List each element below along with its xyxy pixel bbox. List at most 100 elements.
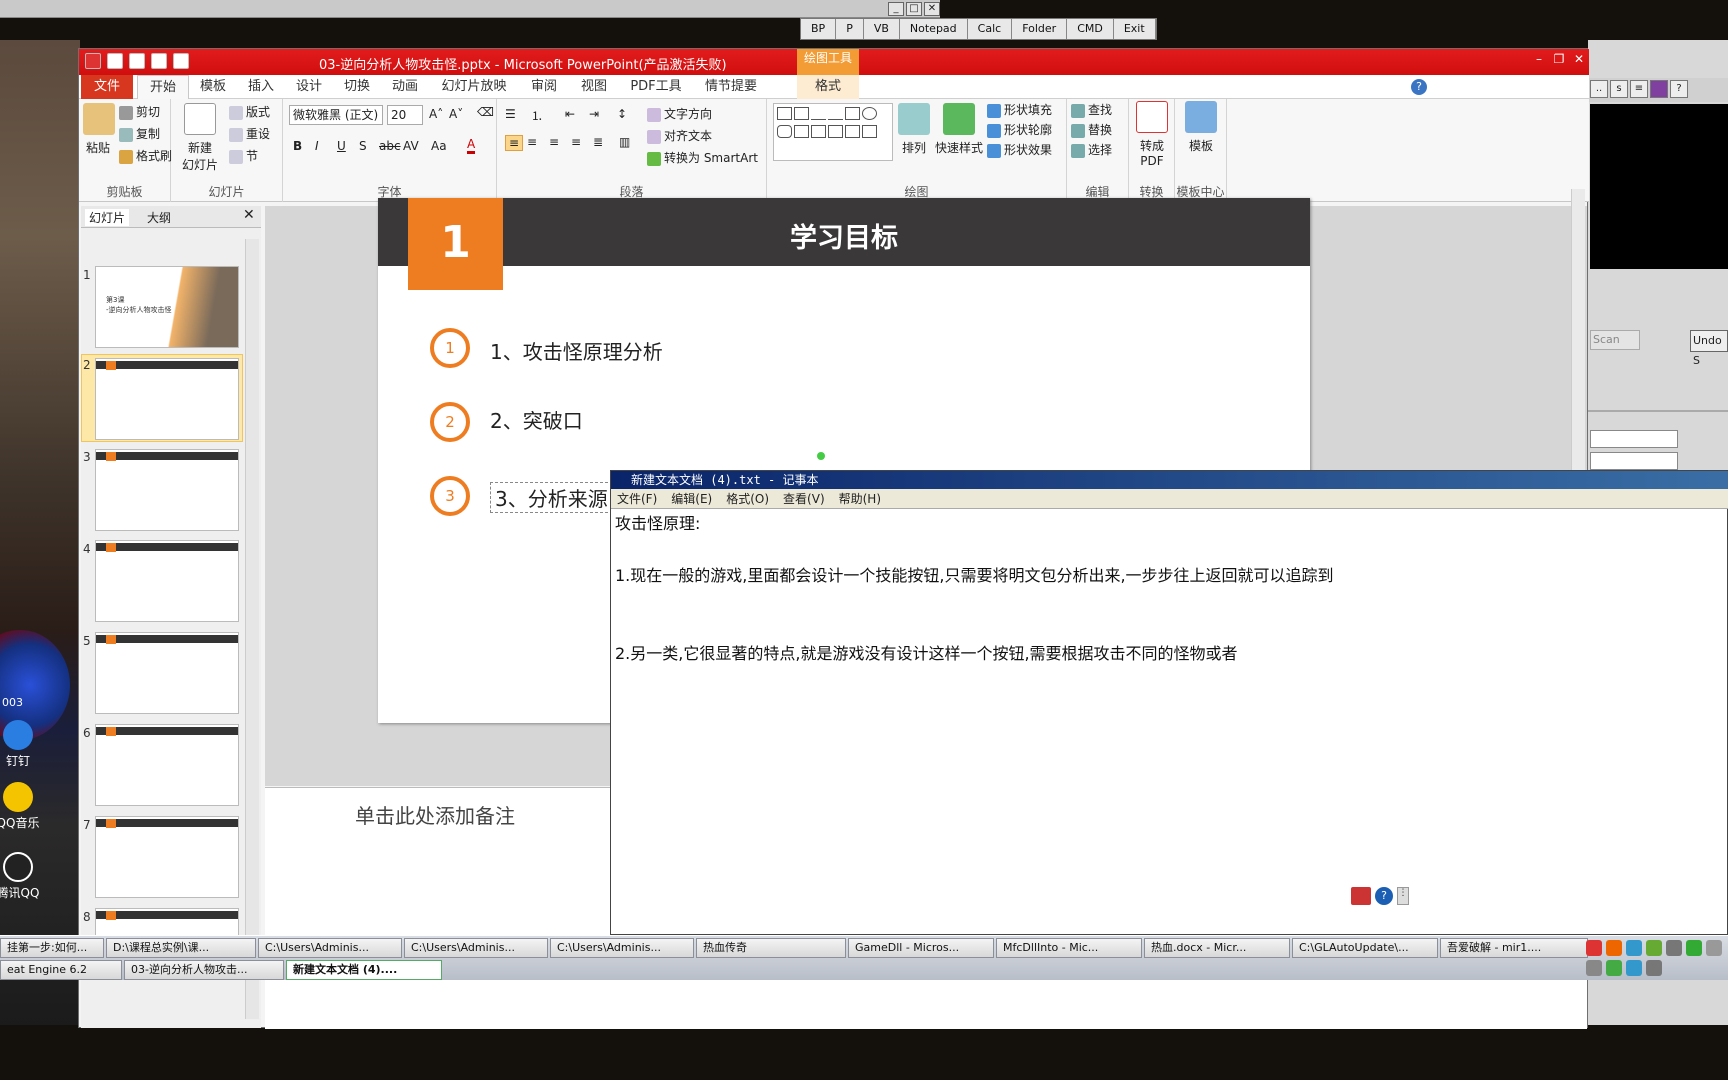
- shape-effect-button[interactable]: 形状效果: [987, 141, 1052, 158]
- copy-button[interactable]: 复制: [119, 125, 160, 142]
- task-item[interactable]: MfcDllInto - Mic...: [996, 938, 1142, 958]
- char-spacing-icon[interactable]: AV: [403, 139, 419, 153]
- bold-icon[interactable]: B: [293, 139, 302, 153]
- tab-file[interactable]: 文件: [81, 75, 133, 99]
- tray-icon[interactable]: [1686, 940, 1702, 956]
- numbering-icon[interactable]: ⒈: [531, 107, 543, 124]
- launcher-folder-button[interactable]: Folder: [1012, 19, 1068, 39]
- shrink-font-icon[interactable]: A˅: [449, 107, 463, 121]
- tab-format[interactable]: 格式: [797, 75, 859, 99]
- layout-button[interactable]: 版式: [229, 103, 270, 120]
- desktop-icon-dingding[interactable]: 钉钉: [0, 720, 58, 769]
- slide-thumb-4[interactable]: [95, 540, 239, 622]
- slide-thumb-6[interactable]: [95, 724, 239, 806]
- distributed-icon[interactable]: ≣: [593, 135, 603, 149]
- tab-template[interactable]: 模板: [189, 75, 237, 99]
- shape-rounded-rect[interactable]: [777, 125, 792, 138]
- shadow-icon[interactable]: S: [359, 139, 367, 153]
- maximize-icon[interactable]: □: [906, 2, 922, 16]
- tab-slideshow[interactable]: 幻灯片放映: [429, 75, 519, 99]
- text-direction-button[interactable]: 文字方向: [647, 105, 712, 122]
- tab-storyboard[interactable]: 情节提要: [693, 75, 769, 99]
- shape-elbow[interactable]: [811, 125, 826, 138]
- slide-thumb-1[interactable]: 第3课 -逆向分析人物攻击怪: [95, 266, 239, 348]
- close-pane-icon[interactable]: ✕: [243, 207, 255, 223]
- font-name-select[interactable]: 微软雅黑 (正文): [289, 105, 383, 125]
- shape-arrow[interactable]: [828, 107, 843, 120]
- task-item[interactable]: 吾爱破解 - mir1....: [1440, 938, 1588, 958]
- ime-expand-icon[interactable]: ⋮: [1397, 887, 1409, 905]
- launcher-vb-button[interactable]: VB: [863, 19, 900, 39]
- convert-pdf-button[interactable]: 转成 PDF: [1133, 101, 1171, 168]
- shape-right-arrow[interactable]: [845, 125, 860, 138]
- tray-icon[interactable]: [1706, 940, 1722, 956]
- tab-slides[interactable]: 幻灯片: [85, 209, 130, 226]
- ce-purple-icon[interactable]: [1650, 80, 1668, 98]
- justify-icon[interactable]: ≡: [571, 135, 581, 149]
- objective-item-3[interactable]: 3、分析来源: [490, 482, 613, 513]
- slide-title[interactable]: 学习目标: [738, 216, 950, 255]
- menu-edit[interactable]: 编辑(E): [671, 489, 712, 508]
- objective-item-2[interactable]: 2、突破口: [490, 405, 583, 434]
- template-button[interactable]: 模板: [1181, 101, 1221, 154]
- align-text-button[interactable]: 对齐文本: [647, 127, 712, 144]
- section-button[interactable]: 节: [229, 147, 258, 164]
- close-icon[interactable]: ✕: [1571, 53, 1587, 67]
- minimize-icon[interactable]: –: [1531, 53, 1547, 67]
- task-item[interactable]: GameDll - Micros...: [848, 938, 994, 958]
- launcher-exit-button[interactable]: Exit: [1113, 19, 1156, 39]
- menu-help[interactable]: 帮助(H): [839, 489, 881, 508]
- slide-thumb-7[interactable]: [95, 816, 239, 898]
- task-item[interactable]: C:\GLAutoUpdate\...: [1292, 938, 1438, 958]
- task-item[interactable]: C:\Users\Adminis...: [258, 938, 402, 958]
- tray-icon[interactable]: [1646, 940, 1662, 956]
- restore-icon[interactable]: ❐: [1551, 53, 1567, 67]
- menu-view[interactable]: 查看(V): [783, 489, 825, 508]
- redo-icon[interactable]: [151, 53, 167, 69]
- tray-icon[interactable]: [1626, 940, 1642, 956]
- ce-button[interactable]: ..: [1590, 80, 1608, 98]
- shape-oval[interactable]: [862, 107, 877, 120]
- menu-format[interactable]: 格式(O): [726, 489, 769, 508]
- reset-button[interactable]: 重设: [229, 125, 270, 142]
- change-case-icon[interactable]: Aa: [431, 139, 447, 153]
- desktop-icon-qqmusic[interactable]: QQ音乐: [0, 782, 58, 831]
- line-spacing-icon[interactable]: ↕: [617, 107, 627, 121]
- shape-triangle[interactable]: [794, 125, 809, 138]
- slide-thumb-3[interactable]: [95, 449, 239, 531]
- task-item-powerpoint[interactable]: 03-逆向分析人物攻击...: [124, 960, 284, 980]
- tab-view[interactable]: 视图: [569, 75, 619, 99]
- task-item[interactable]: 热血传奇: [696, 938, 846, 958]
- font-size-select[interactable]: 20: [387, 105, 423, 125]
- launcher-bp-button[interactable]: BP: [801, 19, 837, 39]
- customize-qat-icon[interactable]: [173, 53, 189, 69]
- ce-list-icon[interactable]: ≡: [1630, 80, 1648, 98]
- launcher-cmd-button[interactable]: CMD: [1067, 19, 1114, 39]
- ce-scan-type-select[interactable]: [1590, 430, 1678, 448]
- shape-textbox-v[interactable]: [794, 107, 809, 120]
- tab-pdf-tools[interactable]: PDF工具: [619, 75, 693, 99]
- strikethrough-icon[interactable]: abc: [379, 139, 401, 153]
- arrange-button[interactable]: 排列: [897, 103, 931, 156]
- ce-value-type-select[interactable]: [1590, 452, 1678, 470]
- rotation-handle[interactable]: [817, 452, 825, 460]
- ime-help-icon[interactable]: ?: [1375, 887, 1393, 905]
- notepad-text-area[interactable]: 攻击怪原理: 1.现在一般的游戏,里面都会设计一个技能按钮,只需要将明文包分析出…: [615, 511, 1725, 667]
- tray-icon[interactable]: [1606, 940, 1622, 956]
- shape-outline-button[interactable]: 形状轮廓: [987, 121, 1052, 138]
- new-slide-button[interactable]: 新建 幻灯片: [175, 103, 225, 173]
- tray-icon[interactable]: [1586, 960, 1602, 976]
- help-icon[interactable]: ?: [1411, 79, 1427, 95]
- format-painter-button[interactable]: 格式刷: [119, 147, 172, 164]
- task-item[interactable]: C:\Users\Adminis...: [404, 938, 548, 958]
- shape-elbow2[interactable]: [828, 125, 843, 138]
- desktop-icon-qq[interactable]: 腾讯QQ: [0, 852, 58, 901]
- ce-help-icon[interactable]: ?: [1670, 80, 1688, 98]
- ce-button[interactable]: s: [1610, 80, 1628, 98]
- tab-insert[interactable]: 插入: [237, 75, 285, 99]
- quick-styles-button[interactable]: 快速样式: [935, 103, 983, 156]
- replace-button[interactable]: 替换: [1071, 121, 1112, 138]
- italic-icon[interactable]: I: [315, 139, 319, 153]
- undo-icon[interactable]: [129, 53, 145, 69]
- font-color-icon[interactable]: A: [467, 137, 476, 154]
